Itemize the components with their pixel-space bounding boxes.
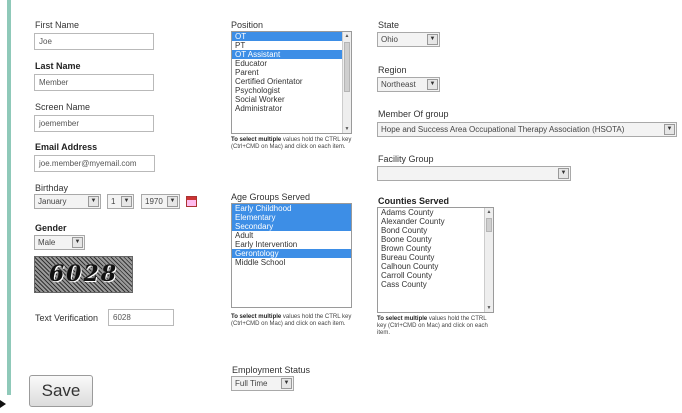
birthday-day-select[interactable]: 1 ▼ [107,194,134,209]
chevron-down-icon: ▼ [72,237,83,248]
birthday-label: Birthday [35,183,69,193]
email-label: Email Address [35,142,98,152]
position-option[interactable]: Parent [232,68,351,77]
position-option[interactable]: Psychologist [232,86,351,95]
birthday-year-value: 1970 [145,197,163,206]
scroll-up-icon[interactable]: ▲ [485,208,493,216]
age-group-option[interactable]: Early Intervention [232,240,351,249]
employment-status-label: Employment Status [232,365,311,375]
text-verification-field[interactable]: 6028 [108,309,174,326]
region-select[interactable]: Northeast ▼ [377,77,440,92]
gender-label: Gender [35,223,67,233]
first-name-field[interactable]: Joe [34,33,154,50]
chevron-down-icon: ▼ [121,196,132,207]
counties-scrollbar[interactable]: ▲ ▼ [484,208,493,312]
birthday-day-value: 1 [111,197,116,206]
position-listbox[interactable]: OT PT OT Assistant Educator Parent Certified … [231,31,352,134]
state-select[interactable]: Ohio ▼ [377,32,440,47]
chevron-down-icon: ▼ [88,196,99,207]
calendar-icon[interactable] [186,196,197,207]
age-groups-hint: To select multiple values hold the CTRL … [231,314,352,327]
facility-group-label: Facility Group [378,154,434,164]
left-accent-bar [7,0,11,395]
county-option[interactable]: Carroll County [378,271,493,280]
position-label: Position [231,20,264,30]
counties-hint: To select multiple values hold the CTRL … [377,316,488,336]
birthday-year-select[interactable]: 1970 ▼ [141,194,180,209]
chevron-down-icon: ▼ [664,124,675,135]
member-of-label: Member Of group [378,109,449,119]
position-scrollbar[interactable]: ▲ ▼ [342,32,351,133]
chevron-down-icon: ▼ [167,196,178,207]
birthday-month-select[interactable]: January ▼ [34,194,101,209]
gender-value: Male [38,238,56,247]
county-option[interactable]: Calhoun County [378,262,493,271]
age-groups-label: Age Groups Served [231,192,311,202]
email-field[interactable]: joe.member@myemail.com [34,155,155,172]
state-label: State [378,20,400,30]
captcha-image: 6028 [34,256,133,293]
birthday-month-value: January [38,197,67,206]
scroll-thumb[interactable] [344,42,350,92]
member-of-select[interactable]: Hope and Success Area Occupational Thera… [377,122,677,137]
first-name-label: First Name [35,20,80,30]
county-option[interactable]: Cass County [378,280,493,289]
last-name-label: Last Name [35,61,81,71]
facility-group-select[interactable]: ▼ [377,166,571,181]
position-option[interactable]: Social Worker [232,95,351,104]
chevron-down-icon: ▼ [281,378,292,389]
county-option[interactable]: Boone County [378,235,493,244]
text-verification-label: Text Verification [35,313,99,323]
county-option[interactable]: Bond County [378,226,493,235]
age-group-option[interactable]: Middle School [232,258,351,267]
region-label: Region [378,65,407,75]
county-option[interactable]: Brown County [378,244,493,253]
counties-label: Counties Served [378,196,450,206]
screen-name-label: Screen Name [35,102,91,112]
age-group-option[interactable]: Gerontology [232,249,351,258]
age-group-option[interactable]: Adult [232,231,351,240]
position-option[interactable]: Administrator [232,104,351,113]
position-option[interactable]: PT [232,41,351,50]
chevron-down-icon: ▼ [558,168,569,179]
scroll-up-icon[interactable]: ▲ [343,32,351,40]
age-group-option[interactable]: Elementary [232,213,351,222]
position-option[interactable]: OT Assistant [232,50,351,59]
save-button[interactable]: Save [29,375,93,407]
county-option[interactable]: Bureau County [378,253,493,262]
chevron-down-icon: ▼ [427,79,438,90]
employment-status-value: Full Time [235,379,268,388]
scroll-down-icon[interactable]: ▼ [343,125,351,133]
age-groups-listbox[interactable]: Early Childhood Elementary Secondary Adult E… [231,203,352,308]
region-value: Northeast [381,80,416,89]
gender-select[interactable]: Male ▼ [34,235,85,250]
counties-listbox[interactable]: Adams County Alexander County Bond County B… [377,207,494,313]
member-of-value: Hope and Success Area Occupational Thera… [381,125,625,134]
scroll-down-icon[interactable]: ▼ [485,304,493,312]
position-option[interactable]: Educator [232,59,351,68]
position-hint: To select multiple values hold the CTRL … [231,137,352,150]
state-value: Ohio [381,35,398,44]
county-option[interactable]: Alexander County [378,217,493,226]
last-name-field[interactable]: Member [34,74,154,91]
age-group-option[interactable]: Secondary [232,222,351,231]
employment-status-select[interactable]: Full Time ▼ [231,376,294,391]
scroll-thumb[interactable] [486,218,492,232]
position-option[interactable]: OT [232,32,351,41]
age-group-option[interactable]: Early Childhood [232,204,351,213]
position-option[interactable]: Certified Orientator [232,77,351,86]
chevron-down-icon: ▼ [427,34,438,45]
screen-name-field[interactable]: joemember [34,115,154,132]
county-option[interactable]: Adams County [378,208,493,217]
mouse-cursor-icon [0,400,6,408]
